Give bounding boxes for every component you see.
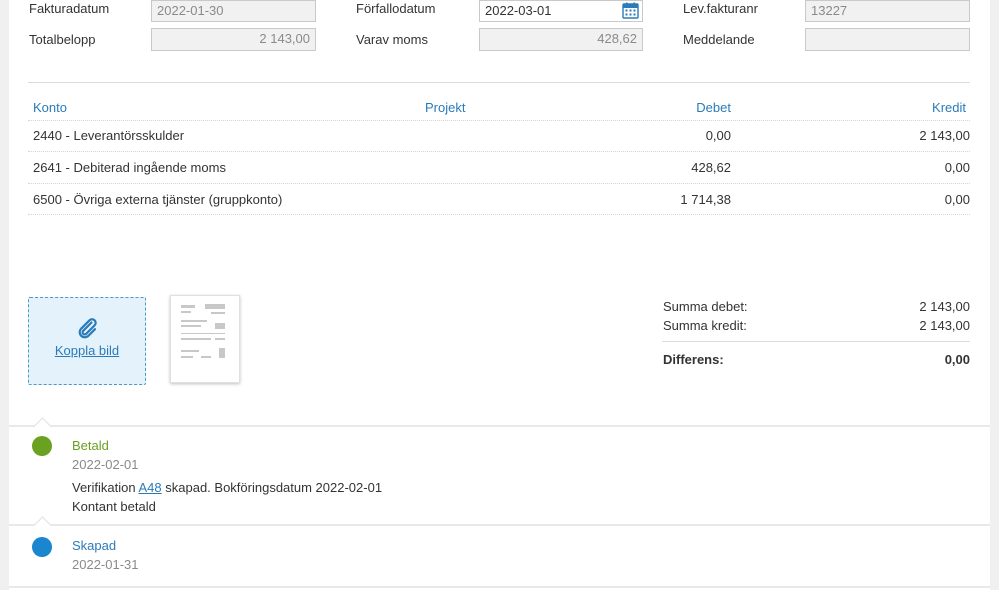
event-title: Skapad [72,538,117,553]
attach-image-dropzone[interactable]: Koppla bild [28,297,146,385]
verification-link[interactable]: A48 [139,480,162,495]
form-divider [28,82,970,83]
row-divider [28,214,970,215]
summa-debet-value: 2 143,00 [919,299,970,314]
paperclip-icon [78,318,97,339]
row-debet: 428,62 [691,160,731,175]
event-description: Verifikation A48 skapad. Bokföringsdatum… [72,480,382,495]
timeline-separator [9,524,990,526]
forfallodatum-value: 2022-03-01 [485,3,552,18]
summa-debet-label: Summa debet: [663,299,748,314]
forfallodatum-field[interactable]: 2022-03-01 [479,0,643,22]
row-kredit: 0,00 [944,160,970,175]
forfallodatum-label: Förfallodatum [356,1,436,16]
table-header-line [28,120,970,121]
row-konto: 2440 - Leverantörsskulder [33,128,185,143]
row-konto: 6500 - Övriga externa tjänster (gruppkon… [33,192,283,207]
row-kredit: 2 143,00 [919,128,970,143]
summa-kredit-value: 2 143,00 [919,318,970,333]
fakturadatum-field[interactable]: 2022-01-30 [151,0,316,22]
event-date: 2022-01-31 [72,557,139,572]
column-header-konto: Konto [33,100,67,115]
meddelande-label: Meddelande [683,32,755,47]
column-header-projekt: Projekt [425,100,466,115]
row-debet: 0,00 [705,128,731,143]
meddelande-field[interactable] [805,28,970,51]
fakturadatum-label: Fakturadatum [29,1,110,16]
levfakturanr-field[interactable]: 13227 [805,0,970,22]
column-header-debet: Debet [696,100,731,115]
event-description-2: Kontant betald [72,499,156,514]
invoice-panel [9,0,990,590]
levfakturanr-label: Lev.fakturanr [683,1,758,16]
differens-value: 0,00 [944,352,970,367]
row-debet: 1 714,38 [680,192,731,207]
totalbelopp-field[interactable]: 2 143,00 [151,28,316,51]
row-konto: 2641 - Debiterad ingående moms [33,160,226,175]
differens-label: Differens: [663,352,724,367]
event-date: 2022-02-01 [72,457,139,472]
koppla-bild-link[interactable]: Koppla bild [29,343,145,358]
calendar-icon[interactable] [622,2,639,19]
timeline-separator [9,425,990,427]
row-divider [28,183,970,184]
varav-moms-label: Varav moms [356,32,428,47]
row-divider [28,151,970,152]
document-preview-image [181,304,225,358]
timeline-separator [9,586,990,588]
summa-kredit-label: Summa kredit: [663,318,747,333]
varav-moms-field[interactable]: 428,62 [479,28,643,51]
column-header-kredit: Kredit [932,100,966,115]
row-kredit: 0,00 [944,192,970,207]
event-title: Betald [72,438,109,453]
attachment-thumbnail[interactable] [170,295,240,383]
status-dot-green-icon [32,436,52,456]
totalbelopp-label: Totalbelopp [29,32,96,47]
summary-divider [662,341,970,342]
status-dot-blue-icon [32,537,52,557]
event-text-prefix: Verifikation [72,480,139,495]
event-text-suffix: skapad. Bokföringsdatum 2022-02-01 [161,480,383,495]
